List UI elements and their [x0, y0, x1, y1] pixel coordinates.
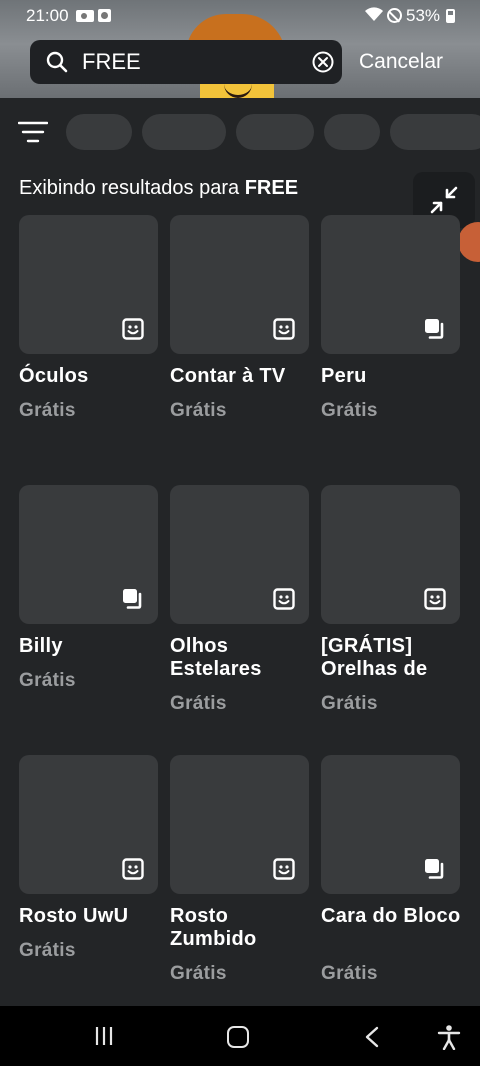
filter-chip[interactable] [142, 114, 226, 150]
header: 21:00 53% Cancelar [0, 0, 480, 98]
item-price: Grátis [321, 963, 378, 984]
accessibility-icon[interactable] [436, 1024, 462, 1050]
item-price: Grátis [19, 670, 76, 691]
item-thumbnail[interactable] [19, 215, 158, 354]
item-thumbnail[interactable] [170, 215, 309, 354]
search-icon [46, 51, 68, 73]
item-price: Grátis [19, 400, 76, 421]
face-icon [122, 318, 144, 340]
status-time: 21:00 [26, 6, 69, 25]
face-icon [273, 318, 295, 340]
status-bar: 21:00 53% [0, 0, 480, 32]
item-name[interactable]: Billy [19, 635, 164, 658]
face-icon [424, 588, 446, 610]
recent-apps-icon[interactable] [94, 1026, 114, 1046]
clear-icon[interactable] [312, 51, 334, 73]
item-thumbnail[interactable] [19, 485, 158, 624]
face-icon [122, 858, 144, 880]
item-thumbnail[interactable] [321, 215, 460, 354]
battery-icon [446, 9, 455, 23]
search-box[interactable] [30, 40, 342, 84]
cancel-button[interactable]: Cancelar [359, 50, 443, 74]
filter-chip[interactable] [324, 114, 380, 150]
item-name[interactable]: [GRÁTIS] Orelhas de [321, 635, 466, 681]
item-name[interactable]: Rosto UwU [19, 905, 164, 928]
results-heading: Exibindo resultados para FREE [19, 177, 298, 200]
item-price: Grátis [19, 940, 76, 961]
bundle-icon [425, 859, 444, 879]
item-name[interactable]: Rosto Zumbido [170, 905, 315, 951]
item-name[interactable]: Cara do Bloco [321, 905, 466, 928]
item-name[interactable]: Olhos Estelares [170, 635, 315, 681]
collapse-arrows-icon [430, 186, 458, 214]
item-thumbnail[interactable] [321, 755, 460, 894]
filter-bar [0, 100, 480, 162]
bundle-icon [123, 589, 142, 609]
item-thumbnail[interactable] [170, 755, 309, 894]
item-price: Grátis [170, 693, 227, 714]
item-name[interactable]: Peru [321, 365, 466, 388]
wifi-icon [364, 5, 384, 28]
floating-avatar-bubble[interactable] [458, 222, 480, 262]
battery-level: 53% [406, 6, 441, 25]
item-thumbnail[interactable] [19, 755, 158, 894]
item-thumbnail[interactable] [321, 485, 460, 624]
filter-chip[interactable] [66, 114, 132, 150]
item-price: Grátis [170, 963, 227, 984]
item-name[interactable]: Contar à TV [170, 365, 315, 388]
results-prefix: Exibindo resultados para [19, 177, 245, 199]
bundle-icon [425, 319, 444, 339]
item-name[interactable]: Óculos [19, 365, 164, 388]
item-thumbnail[interactable] [170, 485, 309, 624]
system-nav-bar [0, 1006, 480, 1066]
results-query: FREE [244, 177, 299, 199]
search-input[interactable] [82, 47, 292, 77]
item-price: Grátis [321, 400, 378, 421]
filter-chip[interactable] [236, 114, 314, 150]
home-icon[interactable] [227, 1026, 249, 1048]
screen-record-icon [76, 10, 94, 22]
do-not-disturb-icon [387, 8, 402, 23]
gallery-icon [98, 9, 111, 22]
face-icon [273, 858, 295, 880]
face-icon [273, 588, 295, 610]
back-icon[interactable] [364, 1026, 380, 1048]
filter-chip[interactable] [390, 114, 480, 150]
item-price: Grátis [321, 693, 378, 714]
item-price: Grátis [170, 400, 227, 421]
filter-icon[interactable] [18, 120, 48, 144]
